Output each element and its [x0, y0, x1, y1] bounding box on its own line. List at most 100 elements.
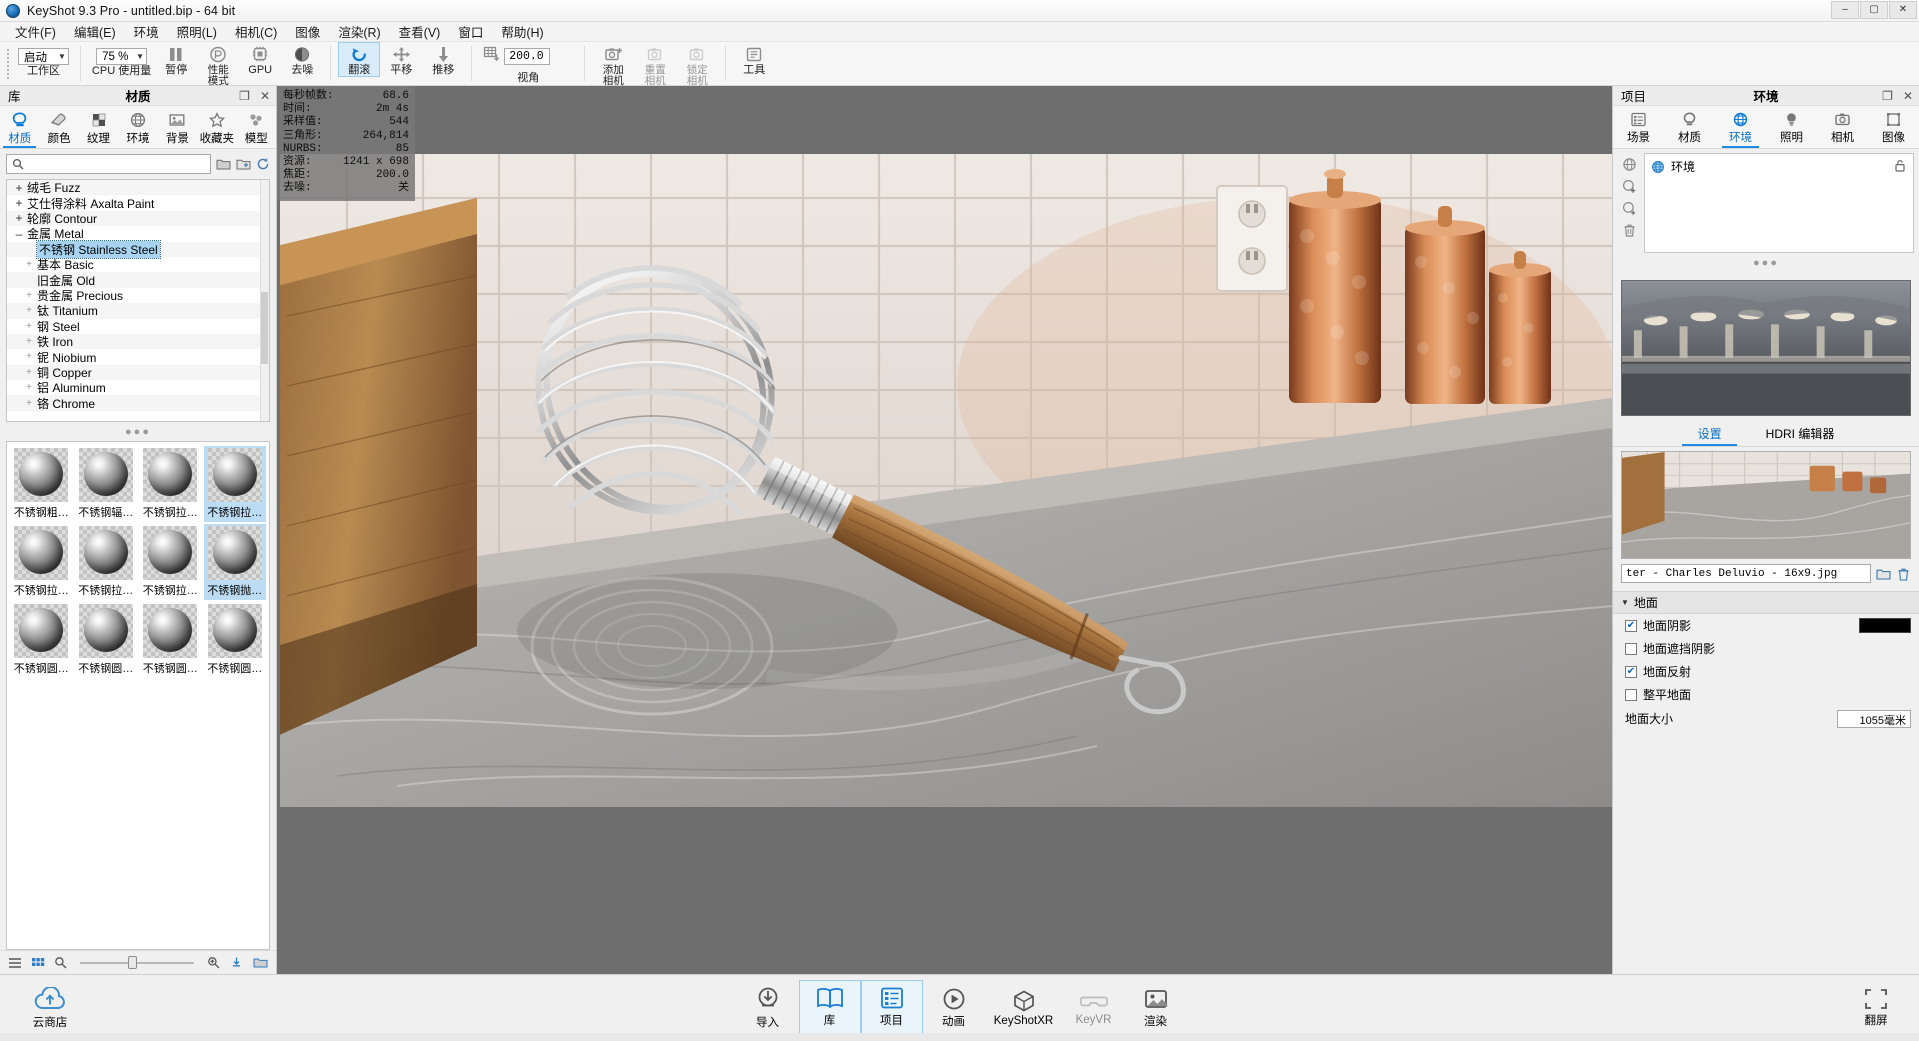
menu-view[interactable]: 查看(V)	[390, 20, 450, 43]
expander-icon[interactable]: +	[21, 336, 37, 347]
material-thumbnail[interactable]: 不锈钢拉…	[139, 524, 202, 600]
duplicate-environment-icon[interactable]	[1622, 201, 1637, 216]
material-thumbnail-selected[interactable]: 不锈钢抛…	[203, 524, 266, 600]
project-tab-environment[interactable]: 环境	[1715, 106, 1766, 148]
tools-button[interactable]: 工具	[733, 42, 775, 76]
material-thumbnail[interactable]: 不锈钢拉…	[139, 446, 202, 522]
tree-node[interactable]: + 铝 Aluminum	[7, 380, 269, 395]
fullscreen-button[interactable]: 翻屏	[1833, 988, 1919, 1028]
tree-node[interactable]: + 轮廓 Contour	[7, 210, 269, 227]
dock-button-animation[interactable]: 动画	[923, 980, 985, 1036]
zoom-in-icon[interactable]	[207, 956, 220, 969]
workspace-combo[interactable]: 启动 ▼	[18, 48, 69, 65]
expander-icon[interactable]: +	[21, 398, 37, 409]
tree-node[interactable]: + 钛 Titanium	[7, 303, 269, 319]
tree-node[interactable]: + 铁 Iron	[7, 333, 269, 350]
material-thumbnail[interactable]: 不锈钢辐…	[75, 446, 138, 522]
menu-camera[interactable]: 相机(C)	[226, 20, 286, 43]
material-thumbnail[interactable]: 不锈钢粗…	[10, 446, 73, 522]
library-tab-materials[interactable]: 材质	[0, 106, 39, 148]
ground-reflection-checkbox[interactable]	[1625, 665, 1637, 678]
tree-scrollbar[interactable]	[260, 180, 269, 421]
ground-group-header[interactable]: ▼ 地面	[1613, 591, 1919, 614]
tree-node[interactable]: + 艾仕得涂料 Axalta Paint	[7, 195, 269, 211]
dock-button-render[interactable]: 渲染	[1125, 980, 1187, 1036]
expander-icon[interactable]: +	[21, 290, 37, 301]
thumbnail-size-slider[interactable]	[80, 956, 194, 970]
library-tab-models[interactable]: 模型	[237, 106, 276, 148]
tree-node[interactable]: + 铬 Chrome	[7, 395, 269, 411]
flatten-ground-checkbox[interactable]	[1625, 688, 1637, 701]
tree-node[interactable]: + 铌 Niobium	[7, 349, 269, 365]
ground-shadow-row[interactable]: 地面阴影	[1613, 614, 1919, 637]
material-thumbnail[interactable]: 不锈钢圆…	[10, 602, 73, 678]
open-folder-icon[interactable]	[216, 157, 231, 171]
pause-button[interactable]: 暂停	[155, 42, 197, 76]
library-tab-colors[interactable]: 颜色	[39, 106, 78, 148]
expander-icon[interactable]: +	[21, 259, 37, 270]
pan-tool-button[interactable]: 平移	[380, 42, 422, 76]
library-tab-favorites[interactable]: 收藏夹	[197, 106, 236, 148]
panel-splitter-handle[interactable]: ●●●	[0, 422, 276, 441]
library-tab-textures[interactable]: 纹理	[79, 106, 118, 148]
lock-camera-button[interactable]: 锁定 相机	[676, 42, 718, 86]
material-thumbnail[interactable]: 不锈钢拉…	[75, 524, 138, 600]
cpu-usage-selector[interactable]: 75 % ▼ CPU 使用量	[88, 42, 155, 77]
ground-shadow-color-swatch[interactable]	[1859, 618, 1911, 633]
menu-help[interactable]: 帮助(H)	[492, 20, 552, 43]
add-folder-icon[interactable]	[236, 157, 251, 171]
tree-node[interactable]: + 绒毛 Fuzz	[7, 180, 269, 196]
performance-mode-button[interactable]: 性能 模式	[197, 42, 239, 86]
library-tab-backplates[interactable]: 背景	[158, 106, 197, 148]
dock-button-library[interactable]: 库	[798, 980, 861, 1036]
cpu-usage-combo[interactable]: 75 % ▼	[96, 48, 148, 65]
lock-icon[interactable]	[1894, 159, 1906, 172]
material-thumbnail[interactable]: 不锈钢圆…	[204, 602, 267, 678]
add-environment-icon[interactable]	[1622, 179, 1637, 194]
dolly-tool-button[interactable]: 推移	[422, 42, 464, 76]
cloud-library-button[interactable]: 云商店	[0, 986, 90, 1030]
zoom-out-icon[interactable]	[54, 956, 67, 969]
ground-occlusion-checkbox[interactable]	[1625, 642, 1637, 655]
render-viewport[interactable]: 每秒帧数: 68.6 时间: 2m 4s 采样值: 544 三角形: 264,8…	[277, 86, 1612, 974]
ground-occlusion-row[interactable]: 地面遮挡阴影	[1613, 637, 1919, 660]
grid-view-icon[interactable]	[31, 957, 45, 969]
denoise-button[interactable]: 去噪	[281, 42, 323, 76]
project-tab-lighting[interactable]: 照明	[1766, 106, 1817, 148]
ground-size-input[interactable]: 1055毫米	[1837, 709, 1911, 728]
hdri-environment-preview[interactable]	[1621, 280, 1911, 416]
dock-button-keyshotxr[interactable]: KeyShotXR	[985, 980, 1063, 1036]
menu-image[interactable]: 图像	[286, 20, 329, 43]
menu-render[interactable]: 渲染(R)	[329, 20, 389, 43]
menu-window[interactable]: 窗口	[449, 20, 492, 43]
material-category-tree[interactable]: + 绒毛 Fuzz + 艾仕得涂料 Axalta Paint + 轮廓 Cont…	[6, 179, 270, 422]
menu-file[interactable]: 文件(F)	[6, 20, 65, 43]
hdri-file-preview[interactable]	[1621, 451, 1911, 559]
material-thumbnail[interactable]: 不锈钢拉…	[203, 446, 266, 522]
tab-settings[interactable]: 设置	[1676, 422, 1744, 446]
list-view-icon[interactable]	[8, 957, 22, 969]
slider-knob[interactable]	[127, 956, 137, 969]
refresh-icon[interactable]	[256, 157, 270, 171]
project-tab-material[interactable]: 材质	[1664, 106, 1715, 148]
undock-icon[interactable]: ❐	[239, 89, 250, 103]
close-button[interactable]: ✕	[1889, 1, 1917, 19]
tumble-tool-button[interactable]: 翻滚	[338, 42, 381, 77]
expander-icon[interactable]: +	[21, 382, 37, 393]
tree-node-stainless-steel[interactable]: 不锈钢 Stainless Steel	[7, 239, 269, 259]
reset-camera-button[interactable]: 重置 相机	[634, 42, 676, 86]
delete-icon[interactable]	[1622, 223, 1637, 238]
toolbar-grip[interactable]	[4, 42, 12, 85]
tab-hdri-editor[interactable]: HDRI 编辑器	[1744, 422, 1857, 446]
expander-icon[interactable]: +	[11, 211, 27, 225]
delete-icon[interactable]	[1896, 567, 1911, 581]
expander-icon[interactable]: +	[11, 181, 27, 195]
project-tab-image[interactable]: 图像	[1868, 106, 1919, 148]
close-icon[interactable]: ✕	[1903, 89, 1913, 103]
download-icon[interactable]	[229, 956, 244, 969]
environment-globe-icon[interactable]	[1622, 157, 1637, 172]
search-box[interactable]	[6, 154, 211, 174]
material-thumbnail[interactable]: 不锈钢圆…	[139, 602, 202, 678]
tree-node[interactable]: + 铜 Copper	[7, 364, 269, 381]
material-thumbnail[interactable]: 不锈钢圆…	[75, 602, 138, 678]
